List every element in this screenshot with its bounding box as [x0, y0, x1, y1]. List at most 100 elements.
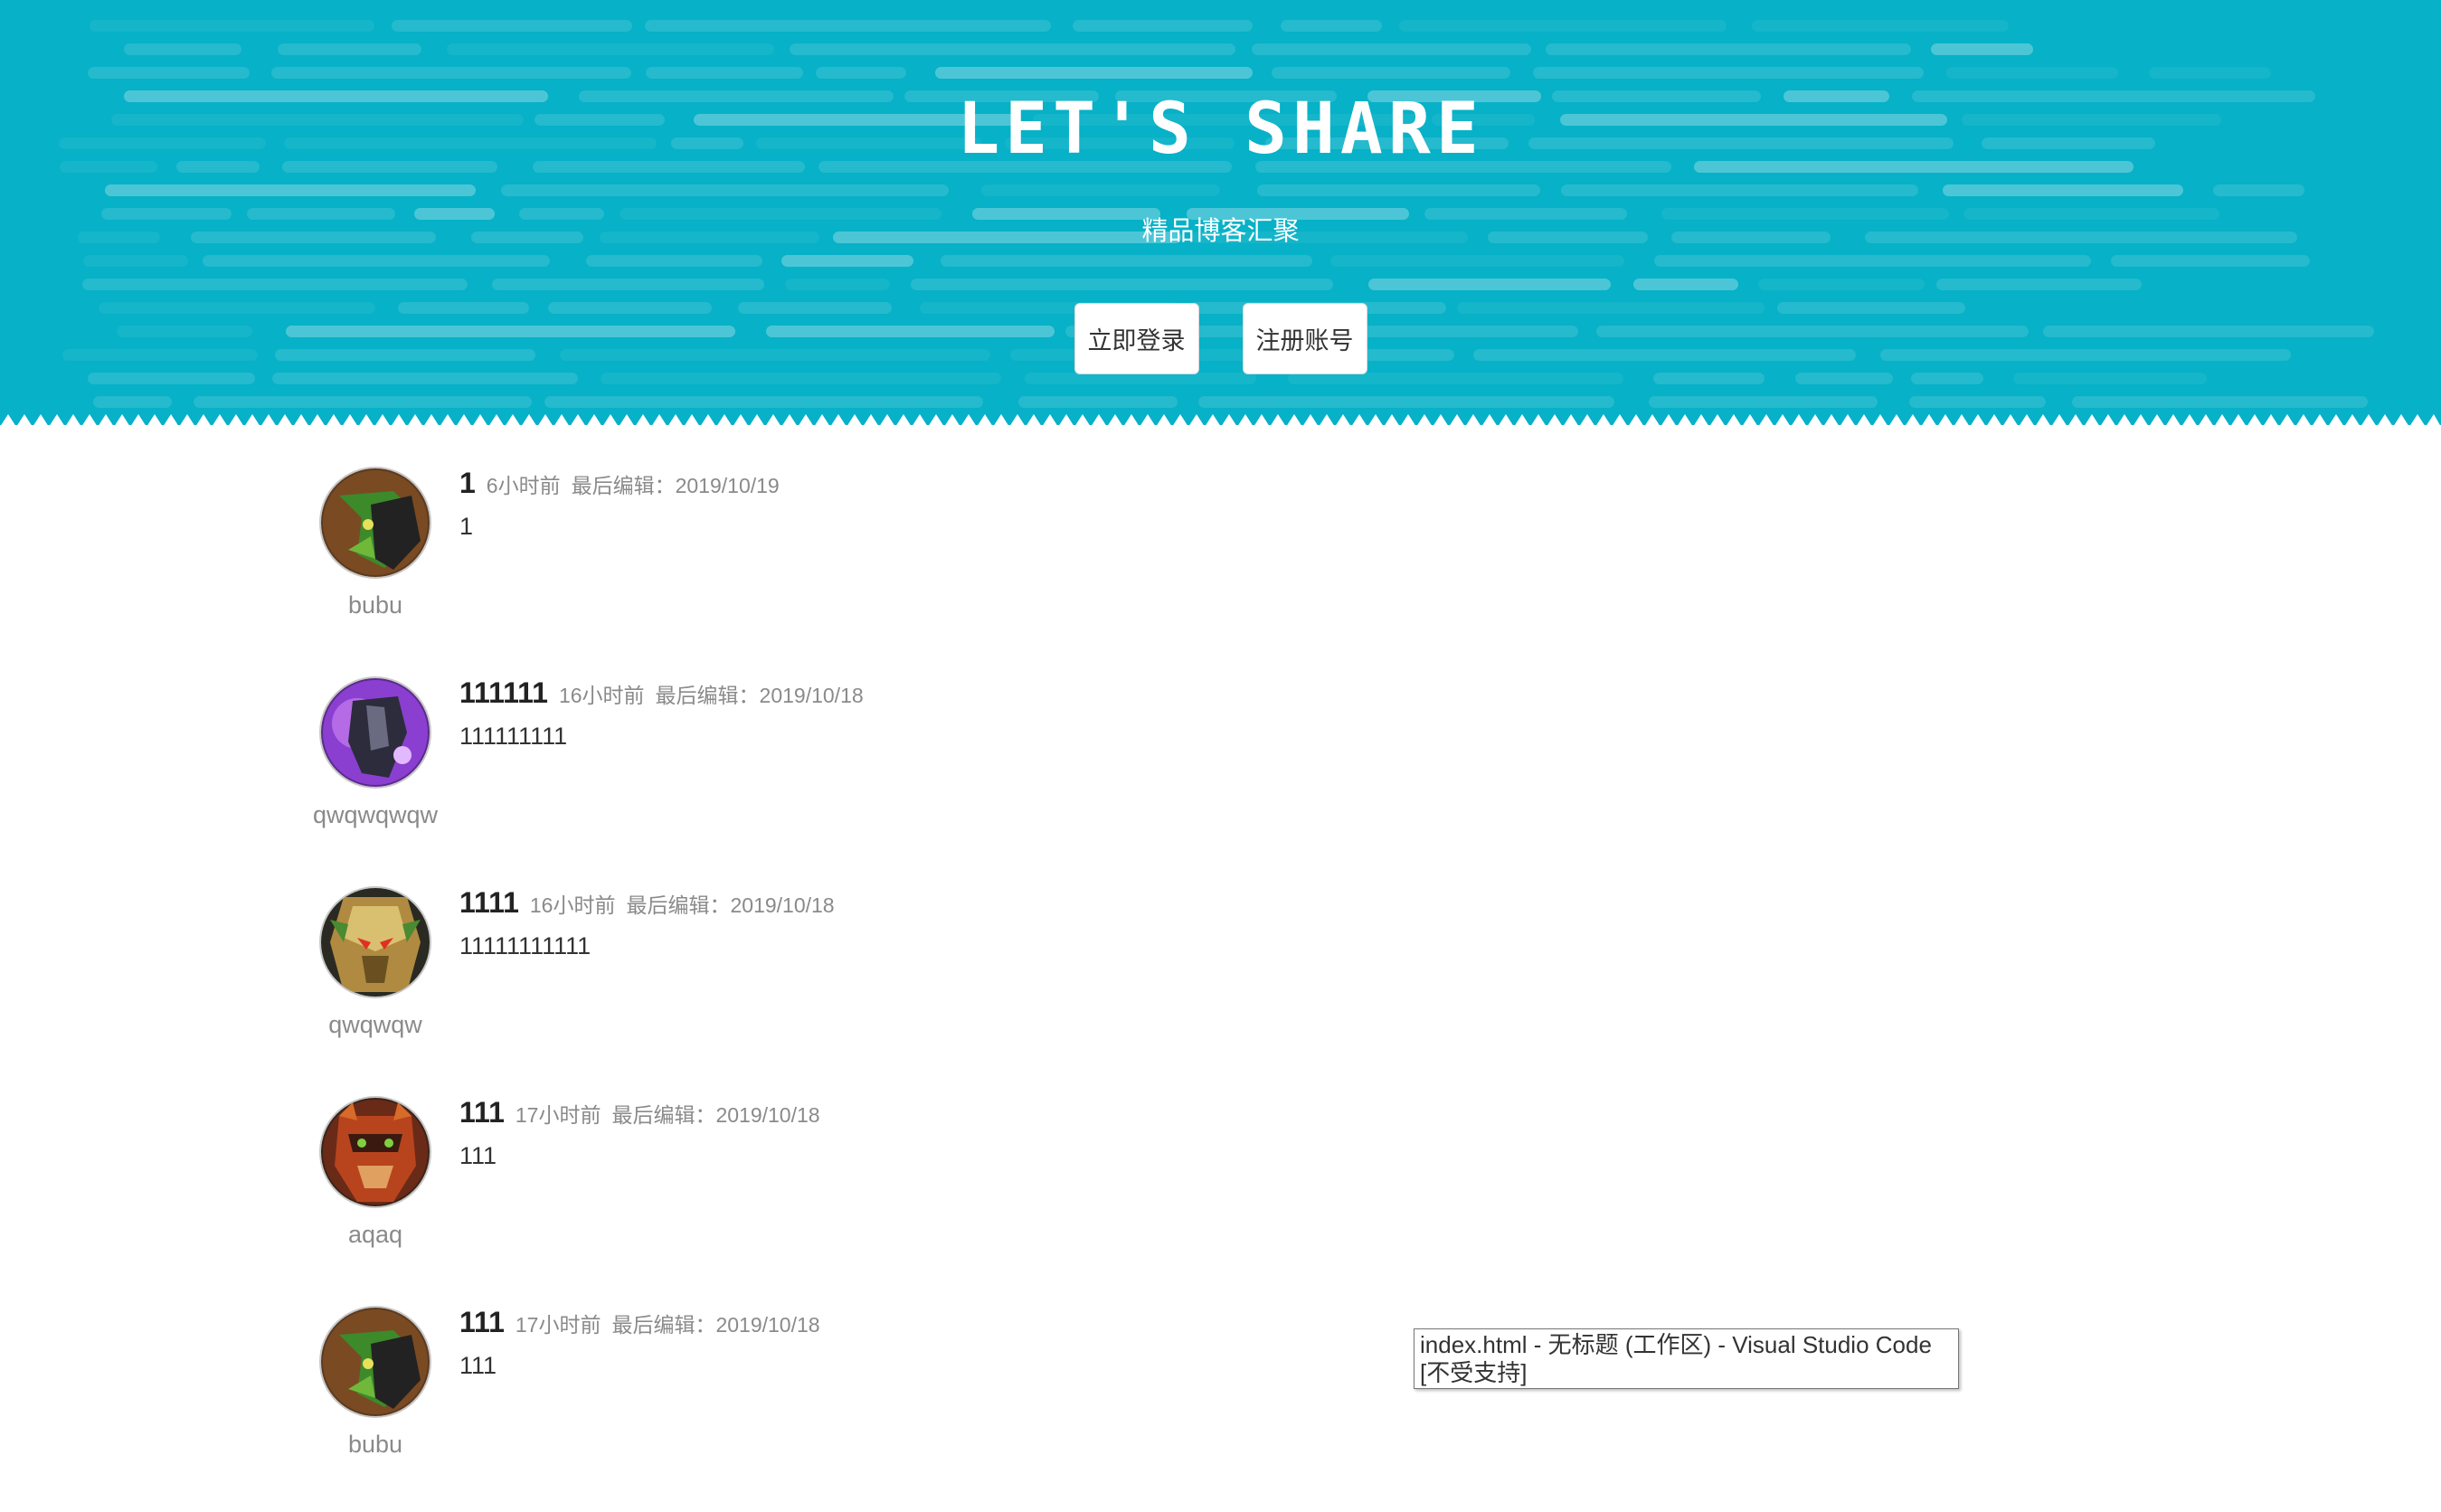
- code-line-decoration: [785, 279, 890, 290]
- code-line-decoration: [1909, 396, 2046, 408]
- post-header: 111 17小时前 最后编辑：2019/10/18: [459, 1306, 820, 1339]
- code-line-decoration: [2149, 67, 2271, 79]
- post-last-edit: 最后编辑：2019/10/19: [571, 474, 780, 497]
- code-line-decoration: [1281, 20, 1382, 32]
- code-line-decoration: [2111, 255, 2310, 267]
- code-line-decoration: [981, 184, 1220, 196]
- code-line-decoration: [935, 67, 1253, 79]
- code-line-decoration: [1368, 279, 1611, 290]
- author-name[interactable]: qwqwqw: [298, 1011, 452, 1039]
- post-body: 111 17小时前 最后编辑：2019/10/18 111: [459, 1306, 820, 1380]
- code-line-decoration: [1943, 184, 2183, 196]
- code-line-decoration: [93, 396, 172, 408]
- code-line-decoration: [1198, 396, 1614, 408]
- post-body: 111111 16小时前 最后编辑：2019/10/18 111111111: [459, 676, 864, 751]
- code-line-decoration: [646, 67, 803, 79]
- code-line-decoration: [105, 184, 476, 196]
- author-name[interactable]: bubu: [298, 591, 452, 619]
- post-title[interactable]: 111111: [459, 676, 548, 710]
- code-line-decoration: [1018, 396, 1178, 408]
- code-line-decoration: [1330, 255, 1624, 267]
- post-time-ago: 6小时前: [486, 474, 561, 497]
- post-author: qwqwqw: [298, 883, 452, 1039]
- post-author: bubu: [298, 1302, 452, 1459]
- green-orc-avatar-icon[interactable]: [321, 468, 430, 577]
- code-line-decoration: [2072, 396, 2368, 408]
- post-title[interactable]: 1111: [459, 886, 519, 920]
- post-header: 1111 16小时前 最后编辑：2019/10/18: [459, 886, 835, 920]
- post-author: bubu: [298, 463, 452, 619]
- post-content: 111: [459, 1352, 497, 1379]
- post-content: 111: [459, 1142, 497, 1169]
- code-line-decoration: [83, 255, 188, 267]
- purple-warrior-avatar-icon[interactable]: [321, 678, 430, 787]
- code-line-decoration: [88, 67, 250, 79]
- site-title: LET'S SHARE: [957, 89, 1484, 170]
- post-header: 111111 16小时前 最后编辑：2019/10/18: [459, 676, 864, 710]
- code-line-decoration: [1936, 279, 2142, 290]
- code-line-decoration: [392, 20, 632, 32]
- code-line-decoration: [1633, 279, 1738, 290]
- login-button[interactable]: 立即登录: [1074, 303, 1199, 374]
- green-orc-avatar-icon[interactable]: [321, 1308, 430, 1416]
- code-line-decoration: [1561, 184, 1918, 196]
- code-line-decoration: [1272, 67, 1510, 79]
- code-line-decoration: [816, 67, 906, 79]
- code-line-decoration: [941, 255, 1312, 267]
- code-line-decoration: [90, 20, 374, 32]
- code-line-decoration: [1752, 20, 2009, 32]
- code-line-decoration: [1546, 43, 1911, 55]
- post-last-edit: 最后编辑：2019/10/18: [626, 893, 835, 917]
- code-line-decoration: [790, 43, 1235, 55]
- code-line-decoration: [1931, 43, 2033, 55]
- code-line-decoration: [645, 20, 1051, 32]
- post-item[interactable]: qwqwqwqw 111111 16小时前 最后编辑：2019/10/18 11…: [298, 673, 1926, 883]
- post-time-ago: 16小时前: [529, 893, 616, 917]
- code-line-decoration: [1654, 255, 2091, 267]
- site-subtitle: 精品博客汇聚: [1141, 217, 1300, 246]
- code-line-decoration: [124, 43, 241, 55]
- post-title[interactable]: 111: [459, 1096, 505, 1129]
- post-last-edit: 最后编辑：2019/10/18: [611, 1103, 820, 1127]
- post-author: aqaq: [298, 1092, 452, 1249]
- code-line-decoration: [2213, 184, 2304, 196]
- post-title[interactable]: 1: [459, 467, 476, 500]
- code-line-decoration: [1073, 20, 1253, 32]
- post-body: 1111 16小时前 最后编辑：2019/10/18 11111111111: [459, 886, 835, 960]
- post-last-edit: 最后编辑：2019/10/18: [655, 684, 864, 707]
- post-content: 111111111: [459, 723, 568, 750]
- code-line-decoration: [1946, 67, 2118, 79]
- hero-actions: 立即登录 注册账号: [0, 303, 2441, 374]
- author-name[interactable]: qwqwqwqw: [298, 801, 452, 829]
- code-line-decoration: [1649, 396, 1878, 408]
- code-line-decoration: [278, 43, 421, 55]
- register-button[interactable]: 注册账号: [1242, 303, 1367, 374]
- post-author: qwqwqwqw: [298, 673, 452, 829]
- author-name[interactable]: bubu: [298, 1431, 452, 1459]
- post-item[interactable]: qwqwqw 1111 16小时前 最后编辑：2019/10/18 111111…: [298, 883, 1926, 1092]
- post-time-ago: 17小时前: [515, 1313, 601, 1337]
- hero-banner: LET'S SHARE 精品博客汇聚 立即登录 注册账号: [0, 0, 2441, 425]
- code-line-decoration: [586, 255, 762, 267]
- code-line-decoration: [1257, 184, 1540, 196]
- code-line-decoration: [82, 279, 468, 290]
- code-line-decoration: [1399, 20, 1727, 32]
- author-name[interactable]: aqaq: [298, 1221, 452, 1249]
- window-title-tooltip: index.html - 无标题 (工作区) - Visual Studio C…: [1414, 1328, 1959, 1389]
- code-line-decoration: [271, 67, 631, 79]
- post-item[interactable]: aqaq 111 17小时前 最后编辑：2019/10/18 111: [298, 1092, 1926, 1302]
- code-line-decoration: [1758, 279, 1925, 290]
- code-line-decoration: [1252, 43, 1531, 55]
- code-line-decoration: [501, 184, 949, 196]
- gold-helmet-avatar-icon[interactable]: [321, 888, 430, 997]
- post-last-edit: 最后编辑：2019/10/18: [611, 1313, 820, 1337]
- code-line-decoration: [203, 255, 550, 267]
- code-line-decoration: [194, 396, 532, 408]
- post-title[interactable]: 111: [459, 1306, 505, 1339]
- code-line-decoration: [544, 396, 983, 408]
- red-beast-avatar-icon[interactable]: [321, 1098, 430, 1206]
- code-line-decoration: [1533, 67, 1924, 79]
- post-item[interactable]: bubu 1 6小时前 最后编辑：2019/10/19 1: [298, 463, 1926, 673]
- post-content: 1: [459, 513, 474, 540]
- code-line-decoration: [911, 279, 1333, 290]
